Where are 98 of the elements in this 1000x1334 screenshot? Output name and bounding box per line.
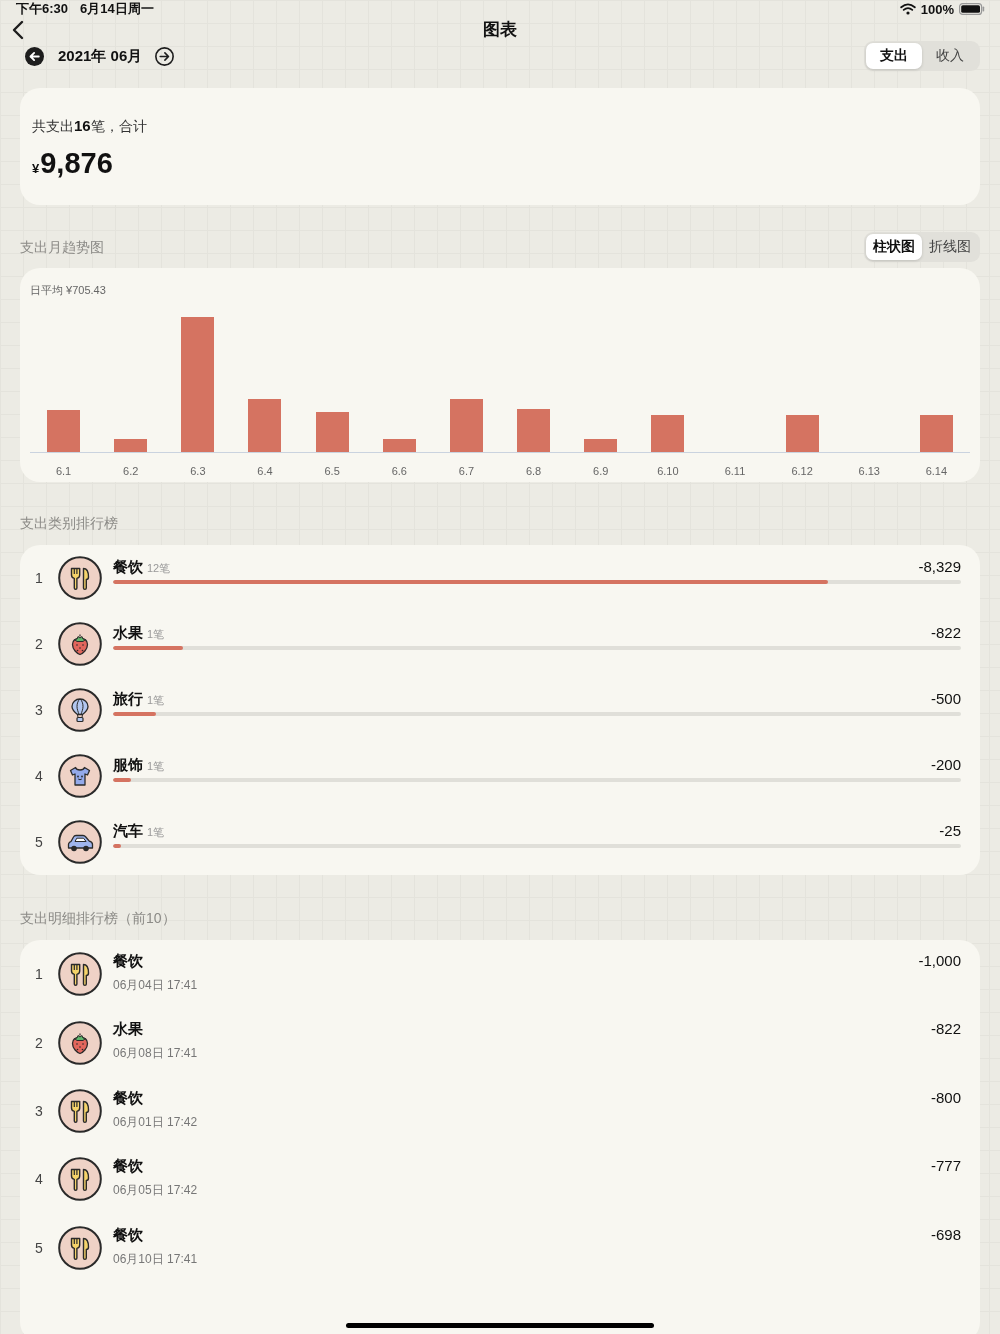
category-amount: -25 <box>939 822 961 840</box>
transaction-time: 06月05日 17:42 <box>113 1182 198 1199</box>
strawberry-icon <box>58 1020 102 1065</box>
transaction-amount: -822 <box>930 1020 961 1039</box>
entry-count: 1笔 <box>147 825 165 840</box>
chart-bar <box>382 439 416 452</box>
battery-percentage: 100% <box>920 1 954 17</box>
axis-label: 6.10 <box>657 465 679 477</box>
rank-number: 1 <box>34 966 44 983</box>
segment-tab[interactable]: 柱状图 <box>866 234 922 260</box>
category-amount: -8,329 <box>918 558 961 576</box>
category-name: 餐饮 <box>113 1225 143 1244</box>
back-icon[interactable] <box>12 19 24 40</box>
category-amount: -200 <box>930 756 961 774</box>
chart-bar <box>449 399 483 452</box>
fork-and-knife-icon <box>58 1088 102 1133</box>
transaction-amount: -698 <box>930 1225 961 1244</box>
section-title: 支出类别排行榜 <box>20 514 118 533</box>
chart-bar <box>315 412 349 452</box>
chart-bar <box>919 415 953 452</box>
chart-bar <box>651 415 685 452</box>
category-name: 服饰 <box>113 756 143 774</box>
expense-count-caption: 共支出16笔，合计 <box>32 116 147 136</box>
category-amount: -822 <box>930 624 961 642</box>
transaction-time: 06月08日 17:41 <box>113 1045 198 1062</box>
transaction-amount: -777 <box>930 1157 961 1176</box>
segment-tab[interactable]: 收入 <box>922 43 978 69</box>
axis-label: 6.9 <box>593 465 609 477</box>
rank-number: 3 <box>34 1102 44 1119</box>
transaction-time: 06月01日 17:42 <box>113 1113 198 1130</box>
rank-number: 2 <box>34 1034 44 1051</box>
axis-label: 6.2 <box>123 465 139 477</box>
rank-number: 1 <box>34 570 44 586</box>
axis-label: 6.11 <box>724 465 746 477</box>
month-label: 2021年 06月 <box>58 46 143 66</box>
entry-count: 1笔 <box>147 627 165 642</box>
category-name: 旅行 <box>113 690 143 708</box>
currency-symbol: ¥ <box>32 161 40 176</box>
chart-bar <box>47 410 81 452</box>
axis-label: 6.7 <box>458 465 475 477</box>
rank-number: 4 <box>34 1171 44 1188</box>
segment-tab[interactable]: 折线图 <box>922 234 978 260</box>
category-name: 餐饮 <box>113 558 143 576</box>
circle-arrow-right-icon[interactable] <box>155 46 175 66</box>
hot-air-balloon-icon <box>58 688 102 732</box>
axis-label: 6.13 <box>858 465 880 477</box>
battery-icon <box>959 3 985 15</box>
axis-label: 6.5 <box>324 465 340 477</box>
category-amount: -500 <box>930 690 961 708</box>
daily-average-label: 日平均 ¥705.43 <box>30 284 106 296</box>
fork-and-knife-icon <box>58 1157 102 1202</box>
status-date: 6月14日周一 <box>80 0 154 18</box>
strawberry-icon <box>58 622 102 666</box>
category-name: 餐饮 <box>113 952 143 970</box>
axis-label: 6.6 <box>391 465 407 477</box>
page-title: 图表 <box>483 19 517 41</box>
t-shirt-icon <box>58 754 102 798</box>
axis-label: 6.12 <box>791 465 813 477</box>
entry-count: 1笔 <box>147 693 165 708</box>
axis-label: 6.14 <box>925 465 948 477</box>
transaction-amount: -800 <box>930 1088 961 1107</box>
circle-arrow-left-icon[interactable] <box>25 46 44 66</box>
section-title: 支出明细排行榜（前10） <box>20 909 176 928</box>
axis-label: 6.8 <box>525 465 542 477</box>
rank-number: 5 <box>34 1239 44 1256</box>
entry-count: 12笔 <box>147 561 171 576</box>
chart-bar <box>584 439 618 452</box>
wifi-icon <box>899 3 916 15</box>
category-name: 水果 <box>113 1020 143 1039</box>
chart-bar <box>785 415 819 452</box>
fork-and-knife-icon <box>58 952 102 997</box>
rank-number: 4 <box>34 768 44 784</box>
car-icon <box>58 820 102 864</box>
segmented-control[interactable]: 支出 收入 <box>864 41 980 71</box>
transaction-amount: -1,000 <box>918 952 961 970</box>
category-name: 餐饮 <box>113 1157 143 1176</box>
fork-and-knife-icon <box>58 1225 102 1270</box>
chart-bar <box>517 409 551 452</box>
axis-label: 6.1 <box>55 465 72 477</box>
rank-number: 5 <box>34 834 44 850</box>
category-name: 汽车 <box>113 822 143 840</box>
section-title: 支出月趋势图 <box>20 238 104 257</box>
total-amount: 9,876 <box>40 146 113 180</box>
rank-number: 3 <box>34 702 44 718</box>
entry-count: 1笔 <box>147 759 165 774</box>
category-name: 水果 <box>113 624 143 642</box>
transaction-time: 06月04日 17:41 <box>113 977 198 993</box>
axis-label: 6.4 <box>257 465 273 477</box>
category-name: 餐饮 <box>113 1088 143 1107</box>
axis-label: 6.3 <box>190 465 206 477</box>
rank-number: 2 <box>34 636 44 652</box>
chart-bar <box>248 399 282 452</box>
fork-and-knife-icon <box>58 556 102 600</box>
segment-tab[interactable]: 支出 <box>866 43 922 69</box>
segmented-control[interactable]: 柱状图 折线图 <box>864 232 980 262</box>
status-time: 下午6:30 <box>16 0 69 18</box>
transaction-time: 06月10日 17:41 <box>113 1250 198 1267</box>
chart-bar <box>114 439 148 452</box>
